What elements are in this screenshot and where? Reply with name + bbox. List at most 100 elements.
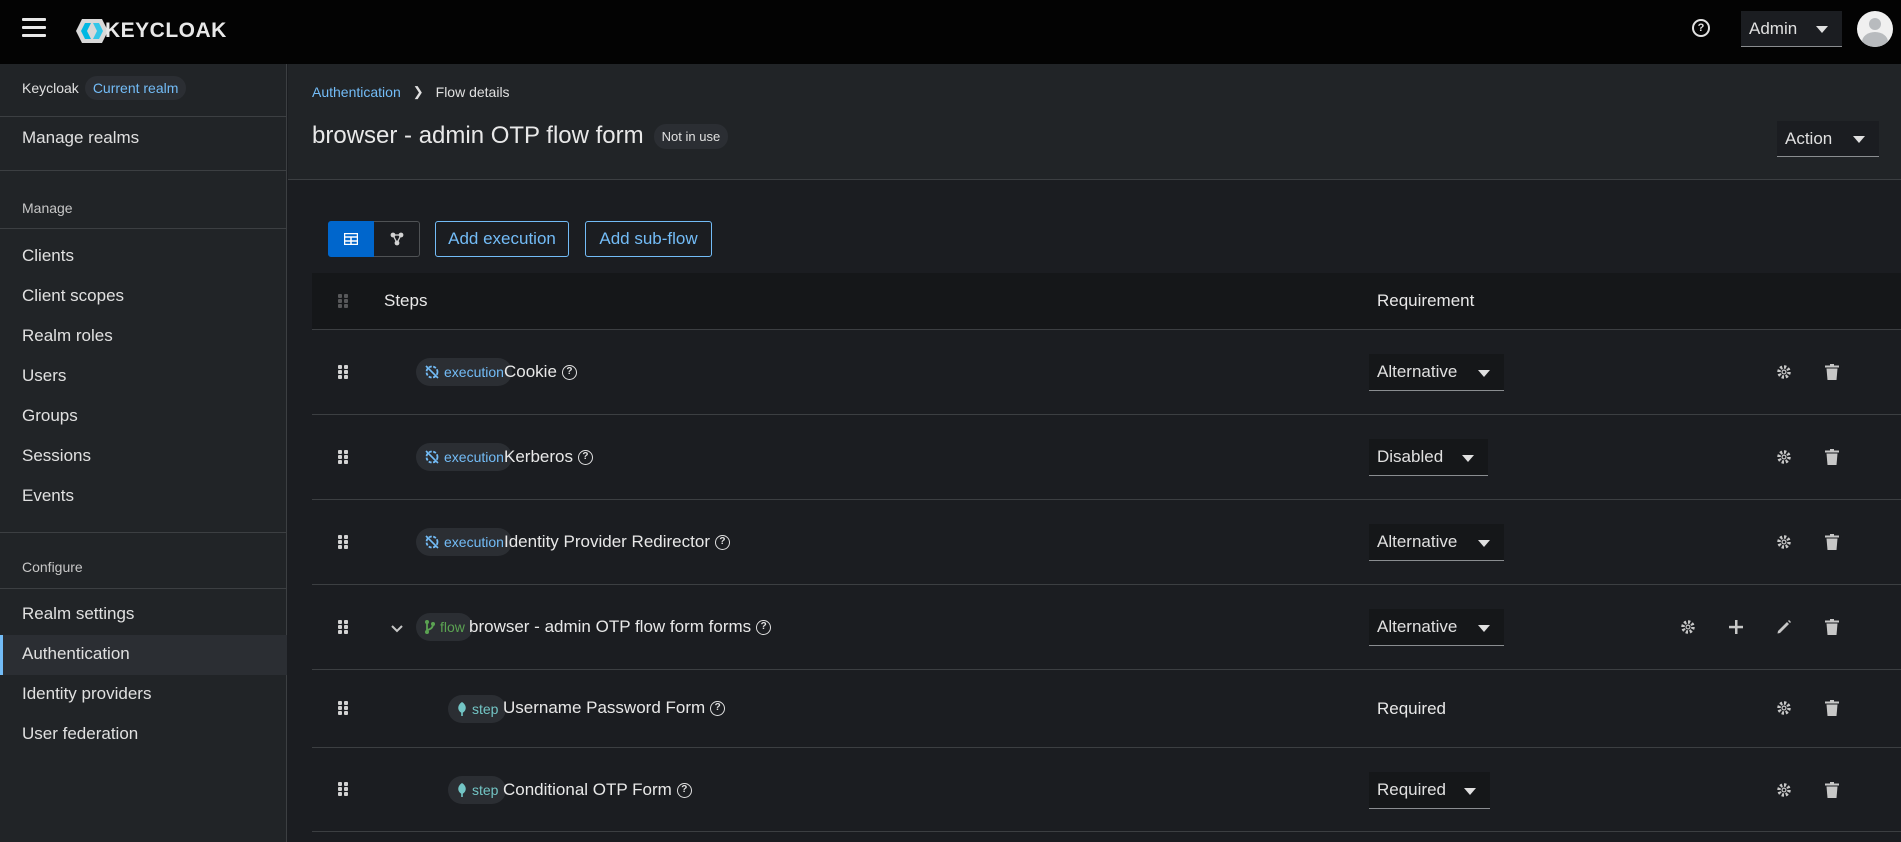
topology-icon	[390, 232, 403, 246]
help-icon[interactable]: ?	[714, 534, 730, 550]
page-title-text: browser - admin OTP flow form	[312, 122, 644, 149]
gear-icon[interactable]	[1774, 780, 1794, 800]
step-name: browser - admin OTP flow form forms ?	[469, 617, 772, 637]
execution-badge: execution	[416, 528, 512, 556]
action-dropdown-label: Action	[1785, 128, 1833, 148]
sidebar-item-groups[interactable]: Groups	[22, 406, 78, 426]
breadcrumb-current: Flow details	[435, 84, 510, 100]
requirement-select[interactable]: Alternative	[1369, 524, 1504, 561]
sidebar-item-client-scopes[interactable]: Client scopes	[22, 286, 124, 306]
gear-icon[interactable]	[1774, 447, 1794, 467]
help-icon[interactable]: ?	[756, 619, 772, 635]
help-icon[interactable]: ?	[710, 700, 726, 716]
trash-icon[interactable]	[1822, 698, 1842, 718]
requirement-select[interactable]: Disabled	[1369, 439, 1488, 476]
sidebar-item-clients[interactable]: Clients	[22, 246, 74, 266]
page-header: Authentication ❯ Flow details browser - …	[288, 64, 1901, 180]
add-subflow-button[interactable]: Add sub-flow	[585, 221, 712, 257]
hamburger-menu-icon[interactable]	[22, 18, 46, 38]
user-dropdown[interactable]: Admin	[1741, 11, 1842, 47]
caret-down-icon	[1816, 26, 1828, 33]
requirement-select[interactable]: Alternative	[1369, 609, 1504, 646]
gear-icon[interactable]	[1774, 698, 1794, 718]
gear-icon[interactable]	[1774, 532, 1794, 552]
divider	[0, 228, 287, 229]
table-row: execution Identity Provider Redirector ?…	[312, 500, 1901, 585]
sidebar-item-identity-providers[interactable]: Identity providers	[22, 684, 151, 704]
trash-icon[interactable]	[1822, 362, 1842, 382]
realm-name: Keycloak	[22, 80, 79, 96]
table-view-toggle[interactable]	[328, 221, 374, 257]
leaf-icon	[456, 702, 468, 716]
drag-handle-icon[interactable]	[338, 365, 350, 379]
help-icon[interactable]: ?	[561, 364, 577, 380]
sidebar-item-realm-settings[interactable]: Realm settings	[22, 604, 134, 624]
drag-handle-icon[interactable]	[338, 450, 350, 464]
step-badge: step	[448, 695, 507, 723]
divider	[0, 532, 287, 533]
chevron-down-icon[interactable]	[390, 619, 404, 633]
execution-badge-label: execution	[444, 449, 504, 465]
help-icon[interactable]: ?	[676, 782, 692, 798]
drag-handle-icon[interactable]	[338, 782, 350, 796]
plus-icon[interactable]	[1726, 617, 1746, 637]
flow-badge: flow	[416, 613, 473, 641]
sidebar-item-realm-roles[interactable]: Realm roles	[22, 326, 113, 346]
breadcrumb: Authentication ❯ Flow details	[312, 84, 510, 100]
cogs-icon	[424, 364, 440, 380]
add-execution-button[interactable]: Add execution	[435, 221, 569, 257]
realm-selector[interactable]: Keycloak Current realm	[22, 76, 187, 100]
sidebar-item-user-federation[interactable]: User federation	[22, 724, 138, 744]
keycloak-logo[interactable]: KEYCLOAK	[75, 16, 227, 46]
diagram-view-toggle[interactable]	[374, 221, 420, 257]
trash-icon[interactable]	[1822, 617, 1842, 637]
masthead: KEYCLOAK ? Admin	[0, 0, 1901, 64]
table-icon	[344, 233, 358, 245]
step-badge: step	[448, 776, 507, 804]
column-header-requirement: Requirement	[1377, 291, 1475, 310]
caret-down-icon	[1464, 788, 1476, 795]
requirement-select-value: Alternative	[1377, 532, 1458, 551]
step-name: Kerberos ?	[504, 447, 593, 467]
logo-text: KEYCLOAK	[105, 19, 227, 42]
sidebar-item-users[interactable]: Users	[22, 366, 66, 386]
avatar[interactable]	[1857, 11, 1893, 47]
trash-icon[interactable]	[1822, 780, 1842, 800]
trash-icon[interactable]	[1822, 532, 1842, 552]
requirement-select[interactable]: Alternative	[1369, 354, 1504, 391]
sidebar-section-manage: Manage	[22, 200, 73, 216]
chevron-right-icon: ❯	[412, 84, 424, 99]
sidebar-item-manage-realms[interactable]: Manage realms	[22, 128, 139, 148]
step-name-text: Username Password Form	[503, 698, 706, 717]
main-content: Authentication ❯ Flow details browser - …	[288, 64, 1901, 842]
action-dropdown[interactable]: Action	[1777, 121, 1879, 157]
code-branch-icon	[424, 619, 436, 635]
table-row: step Username Password Form ? Required	[312, 670, 1901, 748]
drag-handle-icon[interactable]	[338, 620, 350, 634]
keycloak-logo-icon	[76, 19, 108, 43]
requirement-select[interactable]: Required	[1369, 772, 1490, 809]
sidebar-item-events[interactable]: Events	[22, 486, 74, 506]
pencil-icon[interactable]	[1774, 617, 1794, 637]
drag-handle-icon[interactable]	[338, 701, 350, 715]
caret-down-icon	[1478, 370, 1490, 377]
help-icon[interactable]: ?	[1692, 19, 1710, 37]
cogs-icon	[424, 534, 440, 550]
page-title: browser - admin OTP flow form Not in use	[312, 122, 729, 150]
step-name-text: Cookie	[504, 362, 557, 381]
execution-badge-label: execution	[444, 364, 504, 380]
drag-handle-icon[interactable]	[338, 535, 350, 549]
gear-icon[interactable]	[1774, 362, 1794, 382]
caret-down-icon	[1853, 136, 1865, 143]
divider	[0, 588, 287, 589]
sidebar-item-sessions[interactable]: Sessions	[22, 446, 91, 466]
step-name-text: Kerberos	[504, 447, 573, 466]
help-icon[interactable]: ?	[577, 449, 593, 465]
trash-icon[interactable]	[1822, 447, 1842, 467]
user-dropdown-label: Admin	[1749, 18, 1798, 38]
gear-icon[interactable]	[1678, 617, 1698, 637]
breadcrumb-authentication-link[interactable]: Authentication	[312, 84, 401, 100]
step-name: Conditional OTP Form ?	[503, 780, 692, 800]
view-toggle-group	[328, 221, 420, 257]
sidebar-item-authentication[interactable]: Authentication	[22, 644, 130, 664]
